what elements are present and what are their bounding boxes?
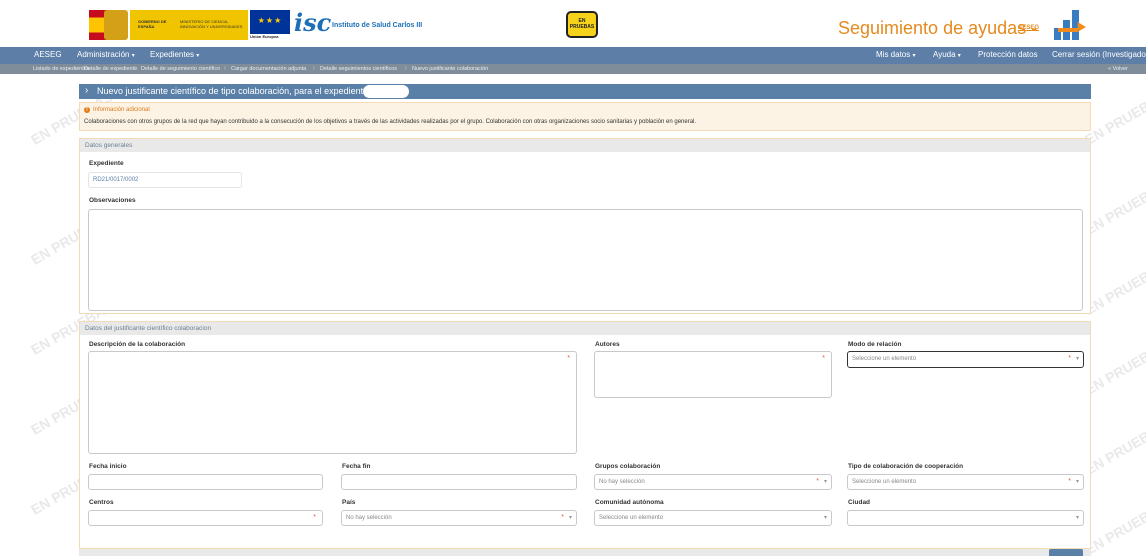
chevron-down-icon: ▾ bbox=[823, 479, 827, 485]
required-icon: * bbox=[567, 355, 570, 362]
top-navbar: AESEG Administración ▾ Expedientes ▾ Mis… bbox=[0, 47, 1146, 64]
nav-expedientes[interactable]: Expedientes ▾ bbox=[150, 50, 199, 59]
centros-input[interactable]: * bbox=[88, 510, 323, 526]
modo-relacion-select[interactable]: Seleccione un elemento * ▾ bbox=[847, 351, 1084, 368]
breadcrumb: Listado de expedientes / Detalle de expe… bbox=[0, 64, 1146, 74]
fecha-fin-input[interactable] bbox=[341, 474, 577, 490]
test-environment-badge: EN PRUEBAS bbox=[566, 11, 598, 38]
app-title: Seguimiento de ayudas - bbox=[838, 18, 1038, 38]
chevron-right-icon: › bbox=[85, 85, 89, 96]
nav-ayuda[interactable]: Ayuda ▾ bbox=[933, 50, 961, 59]
info-icon: ! bbox=[84, 107, 90, 113]
eu-label: Unión Europea bbox=[250, 34, 279, 39]
nav-administracion[interactable]: Administración ▾ bbox=[77, 50, 135, 59]
spain-crest-logo bbox=[104, 10, 128, 40]
chevron-down-icon: ▾ bbox=[196, 53, 200, 59]
eu-flag-logo: ★★★ bbox=[250, 10, 290, 34]
breadcrumb-item[interactable]: Listado de expedientes bbox=[33, 66, 90, 72]
section-header: Datos del justificante científico colabo… bbox=[80, 322, 1090, 335]
watermark: EN PRUEBAS bbox=[1082, 258, 1146, 318]
chevron-down-icon: ▾ bbox=[1075, 515, 1079, 521]
grupos-colaboracion-select[interactable]: No hay selección * ▾ bbox=[594, 474, 832, 490]
pais-select[interactable]: No hay selección * ▾ bbox=[341, 510, 577, 526]
ministry-label: MINISTERIO DE CIENCIA, INNOVACIÓN Y UNIV… bbox=[180, 19, 243, 29]
expediente-label: Expediente bbox=[89, 160, 124, 167]
observaciones-textarea[interactable] bbox=[88, 209, 1083, 311]
watermark: EN PRUEBAS bbox=[1082, 88, 1146, 148]
watermark: EN PRUEBAS bbox=[1082, 418, 1146, 478]
descripcion-textarea[interactable]: * bbox=[88, 351, 577, 454]
watermark: EN PRUEBAS bbox=[1082, 338, 1146, 398]
required-icon: * bbox=[816, 478, 819, 485]
info-heading: ! Información adicional bbox=[84, 107, 150, 113]
comunidad-autonoma-select[interactable]: Seleccione un elemento ▾ bbox=[594, 510, 832, 526]
autores-textarea[interactable]: * bbox=[594, 351, 832, 398]
chevron-down-icon: ▾ bbox=[823, 515, 827, 521]
required-icon: * bbox=[561, 514, 564, 521]
section-datos-generales: Datos generales Expediente RD21/0017/000… bbox=[79, 138, 1091, 314]
breadcrumb-item[interactable]: Detalle de seguimiento científico bbox=[141, 66, 220, 72]
save-button[interactable] bbox=[1049, 549, 1083, 556]
redacted-block bbox=[363, 85, 409, 98]
required-icon: * bbox=[1068, 478, 1071, 485]
ministry-logo: GOBIERNO DE ESPAÑA MINISTERIO DE CIENCIA… bbox=[130, 10, 248, 40]
gov-label: GOBIERNO DE ESPAÑA bbox=[138, 19, 167, 29]
page-title-bar: › Nuevo justificante científico de tipo … bbox=[79, 84, 1091, 99]
required-icon: * bbox=[313, 514, 316, 521]
descripcion-label: Descripción de la colaboración bbox=[89, 341, 186, 348]
chevron-down-icon: ▾ bbox=[568, 515, 572, 521]
breadcrumb-item[interactable]: Detalle seguimientos científicos bbox=[320, 66, 397, 72]
required-icon: * bbox=[1068, 355, 1071, 362]
nav-brand[interactable]: AESEG bbox=[34, 50, 62, 59]
watermark: EN PRUEBAS bbox=[1082, 178, 1146, 238]
fecha-fin-label: Fecha fin bbox=[342, 463, 371, 470]
fecha-inicio-input[interactable] bbox=[88, 474, 323, 490]
breadcrumb-item-current: Nuevo justificante colaboración bbox=[412, 66, 489, 72]
nav-proteccion-datos[interactable]: Protección datos bbox=[978, 50, 1038, 59]
expediente-field: RD21/0017/0002 bbox=[88, 172, 242, 188]
centros-label: Centros bbox=[89, 499, 114, 506]
required-icon: * bbox=[822, 355, 825, 362]
grupos-colaboracion-label: Grupos colaboración bbox=[595, 463, 661, 470]
ciudad-select[interactable]: ▾ bbox=[847, 510, 1084, 526]
app-subtitle: AESEG bbox=[1018, 25, 1040, 31]
back-link[interactable]: « Volver bbox=[1108, 66, 1128, 72]
page-title: Nuevo justificante científico de tipo co… bbox=[97, 86, 392, 96]
isciii-label: Instituto de Salud Carlos III bbox=[332, 22, 423, 29]
chevron-down-icon: ▾ bbox=[957, 53, 961, 59]
isciii-logo: isc bbox=[294, 8, 332, 37]
observaciones-label: Observaciones bbox=[89, 197, 136, 204]
section-header: Datos generales bbox=[80, 139, 1090, 152]
nav-cerrar-sesion[interactable]: Cerrar sesión (Investigador) bbox=[1052, 50, 1146, 59]
info-body: Colaboraciones con otros grupos de la re… bbox=[84, 119, 697, 125]
chevron-down-icon: ▾ bbox=[131, 53, 135, 59]
watermark: EN PRUEBAS bbox=[1082, 498, 1146, 558]
fecha-inicio-label: Fecha inicio bbox=[89, 463, 127, 470]
tipo-colaboracion-label: Tipo de colaboración de cooperación bbox=[848, 463, 964, 470]
autores-label: Autores bbox=[595, 341, 620, 348]
breadcrumb-item[interactable]: Detalle de expediente bbox=[84, 66, 137, 72]
section-datos-justificante: Datos del justificante científico colabo… bbox=[79, 321, 1091, 549]
info-panel: ! Información adicional Colaboraciones co… bbox=[79, 102, 1091, 131]
ciudad-label: Ciudad bbox=[848, 499, 871, 506]
pais-label: País bbox=[342, 499, 356, 506]
eu-stars-icon: ★★★ bbox=[257, 16, 283, 25]
chevron-down-icon: ▾ bbox=[912, 53, 916, 59]
breadcrumb-item[interactable]: Cargar documentación adjunta bbox=[231, 66, 306, 72]
modo-relacion-label: Modo de relación bbox=[848, 341, 902, 348]
nav-mis-datos[interactable]: Mis datos ▾ bbox=[876, 50, 915, 59]
comunidad-autonoma-label: Comunidad autónoma bbox=[595, 499, 664, 506]
tipo-colaboracion-select[interactable]: Seleccione un elemento * ▾ bbox=[847, 474, 1084, 490]
chevron-down-icon: ▾ bbox=[1075, 479, 1079, 485]
chevron-down-icon: ▾ bbox=[1075, 356, 1079, 362]
footer-bar bbox=[79, 549, 1091, 556]
